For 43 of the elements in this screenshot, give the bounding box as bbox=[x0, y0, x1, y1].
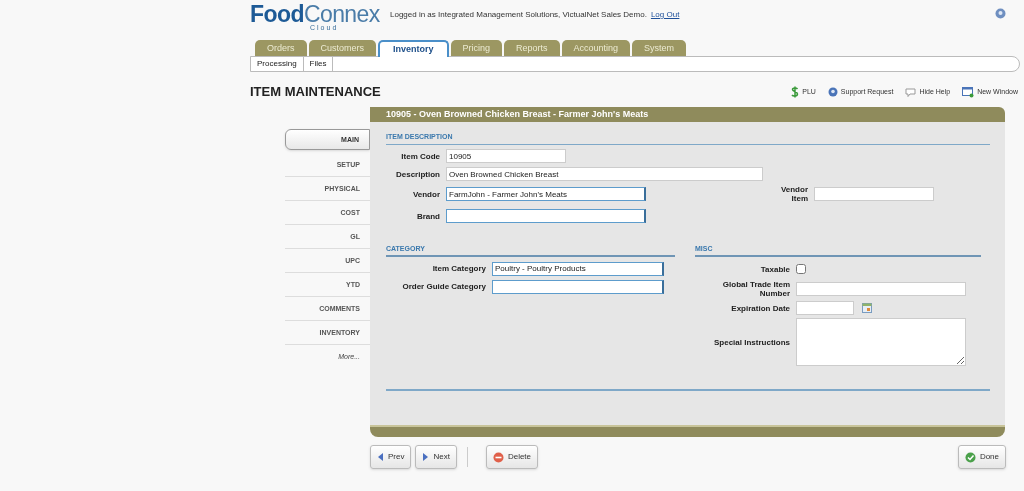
input-field[interactable] bbox=[796, 281, 966, 296]
input-field[interactable]: 10905 bbox=[446, 149, 566, 163]
field-label: Vendor Item bbox=[779, 185, 808, 203]
input-field[interactable] bbox=[814, 187, 934, 201]
field-label: Brand bbox=[415, 211, 440, 221]
help-icon bbox=[827, 87, 838, 97]
input-field[interactable] bbox=[796, 301, 854, 315]
input-field[interactable]: FarmJohn - Farmer John's Meats bbox=[446, 187, 646, 201]
field-label: Expiration Date bbox=[730, 303, 790, 313]
field-label: Description bbox=[395, 169, 440, 179]
field-label: Vendor bbox=[411, 189, 440, 199]
text-area[interactable] bbox=[796, 318, 966, 366]
login-text: Logged in as Integrated Management Solutions, VictualNet Sales Demo. bbox=[390, 9, 647, 21]
field-label: Item Category bbox=[431, 264, 486, 273]
subtab[interactable]: Files bbox=[303, 57, 334, 71]
left-arrow-icon bbox=[377, 452, 384, 462]
tab[interactable]: Inventory bbox=[378, 40, 449, 57]
next-button[interactable]: Next bbox=[415, 445, 457, 469]
field-label: Special Instructions bbox=[712, 337, 790, 347]
dollar-icon bbox=[791, 86, 800, 98]
done-button[interactable]: Done bbox=[957, 445, 1006, 469]
input-field[interactable] bbox=[446, 209, 646, 223]
field-label: Taxable bbox=[759, 264, 790, 274]
field-label: Global Trade Item Number bbox=[721, 279, 790, 298]
calendar-icon[interactable] bbox=[862, 303, 872, 313]
delete-button[interactable]: Delete bbox=[485, 445, 539, 469]
input-field[interactable]: Oven Browned Chicken Breast bbox=[446, 167, 763, 181]
page-title: ITEM MAINTENANCE bbox=[250, 83, 381, 102]
checkmark-icon bbox=[964, 451, 976, 463]
minus-icon bbox=[492, 451, 504, 463]
previous-button[interactable]: Prev bbox=[370, 445, 412, 469]
input-field[interactable] bbox=[492, 279, 664, 294]
right-arrow-icon bbox=[422, 452, 430, 462]
help-icon[interactable] bbox=[995, 7, 1006, 19]
field-label: Item Code bbox=[400, 151, 440, 161]
subtab[interactable]: Processing bbox=[251, 57, 304, 71]
checkbox[interactable] bbox=[796, 264, 806, 274]
record-title-bar: 10905 - Oven Browned Chicken Breast - Farmer John's Meats bbox=[370, 107, 1005, 122]
field-label: Order Guide Category bbox=[401, 282, 486, 291]
speech-bubble-icon bbox=[905, 87, 917, 97]
new-window-icon bbox=[962, 86, 975, 98]
logout-link[interactable]: Log Out bbox=[650, 9, 680, 21]
input-field[interactable]: Poultry - Poultry Products bbox=[492, 261, 664, 276]
